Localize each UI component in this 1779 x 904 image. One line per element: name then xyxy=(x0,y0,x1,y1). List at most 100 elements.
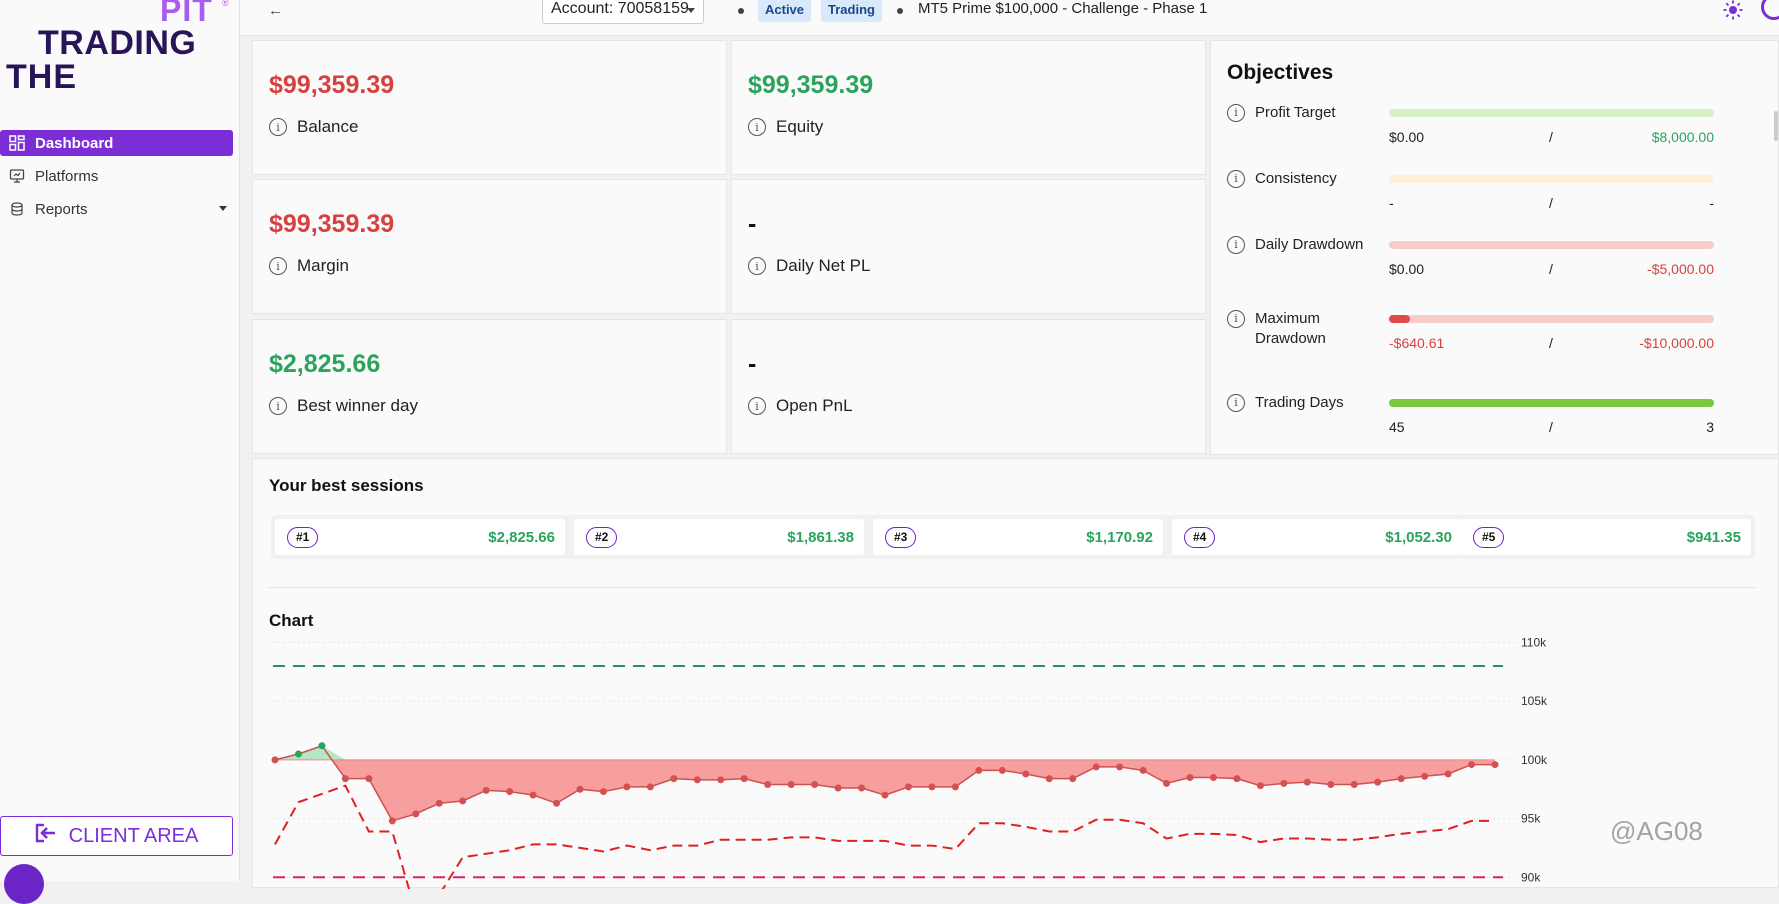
data-point xyxy=(623,783,631,791)
session-card-4[interactable]: #4 $1,052.30 xyxy=(1172,519,1462,555)
objective-label: i Trading Days xyxy=(1227,393,1377,413)
topbar: ← Account: 70058159 Active Trading MT5 P… xyxy=(240,0,1779,36)
equity-label: i Equity xyxy=(748,117,823,137)
data-point xyxy=(951,783,959,791)
objectives-title: Objectives xyxy=(1227,61,1334,84)
data-point xyxy=(998,766,1006,774)
data-point xyxy=(1444,770,1452,778)
data-point xyxy=(1139,766,1147,774)
info-icon[interactable]: i xyxy=(1227,236,1245,254)
objective-separator: / xyxy=(1549,335,1553,351)
best-winner-day-value: $2,825.66 xyxy=(269,350,381,378)
y-tick-label: 105k xyxy=(1521,694,1548,708)
objective-current-value: 45 xyxy=(1389,419,1405,435)
data-point xyxy=(1163,779,1171,787)
objective-row: i Daily Drawdown $0.00 / -$5,000.00 xyxy=(1227,235,1727,295)
collapse-sidebar-icon[interactable]: ← xyxy=(268,2,283,19)
session-rank-badge: #5 xyxy=(1473,527,1505,548)
logo-the: THE xyxy=(6,58,77,96)
info-icon[interactable]: i xyxy=(748,257,766,275)
data-point xyxy=(1092,763,1100,771)
objective-current-value: -$640.61 xyxy=(1389,335,1445,351)
data-point xyxy=(1116,763,1124,771)
data-point xyxy=(811,781,819,789)
data-point xyxy=(1327,781,1335,789)
watermark: @AG08 xyxy=(1610,816,1703,846)
data-point xyxy=(1350,781,1358,789)
chevron-down-icon[interactable] xyxy=(219,206,227,211)
data-point xyxy=(482,786,490,794)
best-sessions-title: Your best sessions xyxy=(269,476,424,495)
daily-net-pl-value: - xyxy=(748,210,757,238)
data-point xyxy=(881,791,889,799)
info-icon[interactable]: i xyxy=(1227,310,1245,328)
objective-progress-bar xyxy=(1389,315,1714,323)
best-winner-day-card: $2,825.66 i Best winner day xyxy=(252,319,727,454)
search-icon[interactable] xyxy=(1761,0,1779,20)
data-point xyxy=(1303,778,1311,786)
objective-current-value: - xyxy=(1389,195,1394,211)
balance-value: $99,359.39 xyxy=(269,71,395,99)
session-card-3[interactable]: #3 $1,170.92 xyxy=(873,519,1163,555)
daily-net-pl-card: - i Daily Net PL xyxy=(731,179,1206,314)
margin-card: $99,359.39 i Margin xyxy=(252,179,727,314)
data-point xyxy=(506,788,514,796)
session-card-2[interactable]: #2 $1,861.38 xyxy=(574,519,864,555)
info-icon[interactable]: i xyxy=(748,118,766,136)
info-icon[interactable]: i xyxy=(269,397,287,415)
stat-label: Daily Net PL xyxy=(776,256,871,275)
sidebar-item-reports[interactable]: Reports xyxy=(0,196,233,222)
data-point xyxy=(1491,761,1499,769)
objective-row: i Maximum Drawdown -$640.61 / -$10,000.00 xyxy=(1227,309,1727,369)
info-icon[interactable]: i xyxy=(1227,104,1245,122)
data-point xyxy=(834,784,842,792)
account-select[interactable]: Account: 70058159 xyxy=(542,0,704,24)
data-point xyxy=(740,775,748,783)
brand-logo[interactable]: PIT ® TRADING THE xyxy=(6,0,229,100)
data-point xyxy=(341,775,349,783)
objective-progress-bar xyxy=(1389,175,1714,183)
session-rank-badge: #2 xyxy=(586,527,618,548)
objectives-panel: Objectives i Profit Target $0.00 / $8,000.00… xyxy=(1210,40,1779,455)
y-tick-label: 95k xyxy=(1521,812,1541,826)
objective-label-text: Daily Drawdown xyxy=(1255,236,1364,253)
info-icon[interactable]: i xyxy=(269,257,287,275)
status-badge-active: Active xyxy=(758,0,812,22)
stat-label: Best winner day xyxy=(297,396,418,415)
objective-label: i Daily Drawdown xyxy=(1227,235,1377,255)
objective-row: i Profit Target $0.00 / $8,000.00 xyxy=(1227,103,1727,163)
sidebar-item-dashboard[interactable]: Dashboard xyxy=(0,130,233,156)
session-card-5[interactable]: #5 $941.35 xyxy=(1461,519,1751,555)
sidebar-item-platforms[interactable]: Platforms xyxy=(0,163,233,189)
sun-icon[interactable] xyxy=(1723,0,1743,25)
info-icon[interactable]: i xyxy=(1227,394,1245,412)
equity-chart[interactable]: 90k 95k 100k 105k 110k xyxy=(253,619,1779,889)
info-icon[interactable]: i xyxy=(269,118,287,136)
y-tick-label: 90k xyxy=(1521,870,1541,884)
data-point xyxy=(1069,775,1077,783)
scrollbar[interactable] xyxy=(1774,111,1778,141)
data-point xyxy=(1256,782,1264,790)
sidebar-item-label: Dashboard xyxy=(35,134,114,152)
client-area-button[interactable]: CLIENT AREA xyxy=(0,816,233,856)
margin-value: $99,359.39 xyxy=(269,210,395,238)
objective-label: i Maximum Drawdown xyxy=(1227,309,1377,349)
info-icon[interactable]: i xyxy=(748,397,766,415)
objective-progress-fill xyxy=(1389,315,1410,323)
objective-label-text: Profit Target xyxy=(1255,104,1336,121)
avatar[interactable] xyxy=(4,864,44,904)
client-area-label: CLIENT AREA xyxy=(68,824,199,847)
grid-icon xyxy=(8,134,26,152)
data-point xyxy=(670,775,678,783)
open-pnl-value: - xyxy=(748,350,757,378)
data-point xyxy=(858,784,866,792)
objective-label-text: Consistency xyxy=(1255,170,1337,187)
open-pnl-label: i Open PnL xyxy=(748,396,853,416)
info-icon[interactable]: i xyxy=(1227,170,1245,188)
objective-target-value: 3 xyxy=(1706,419,1714,435)
session-card-1[interactable]: #1 $2,825.66 xyxy=(275,519,565,555)
objective-progress-fill xyxy=(1389,399,1714,407)
objective-progress-bar xyxy=(1389,399,1714,407)
open-pnl-card: - i Open PnL xyxy=(731,319,1206,454)
platform-icon xyxy=(8,167,26,185)
